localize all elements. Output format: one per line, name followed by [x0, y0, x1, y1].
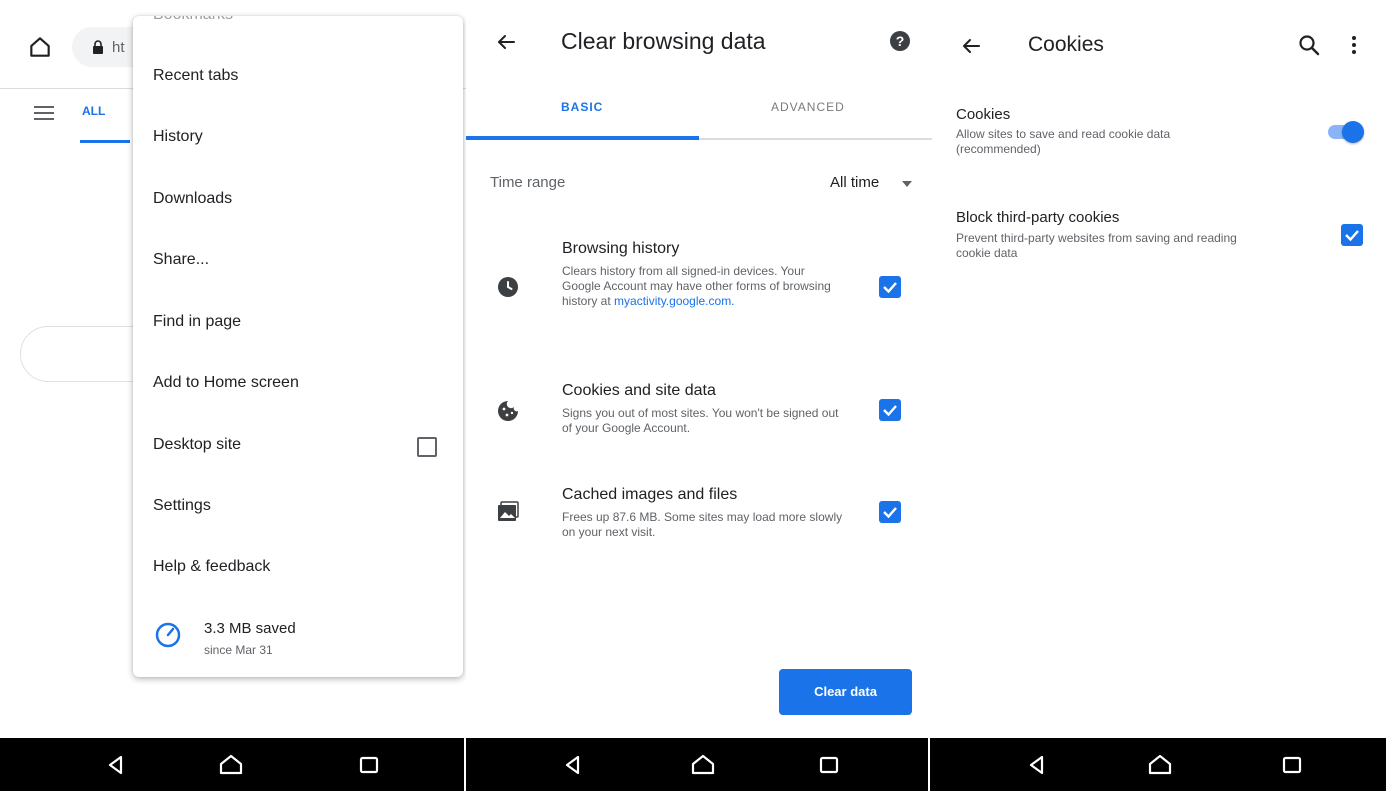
menu-item-label: Find in page [153, 313, 242, 330]
tab-advanced[interactable]: ADVANCED [771, 100, 845, 114]
cached-images-title: Cached images and files [562, 486, 738, 503]
page-title: Clear browsing data [561, 28, 766, 54]
nav-back-icon[interactable] [103, 752, 129, 778]
search-icon[interactable] [1297, 33, 1321, 57]
menu-item-label: Add to Home screen [153, 374, 299, 391]
menu-item-bookmarks[interactable]: Bookmarks [153, 16, 233, 24]
browsing-history-row[interactable]: Browsing history Clears history from all… [466, 240, 932, 340]
cached-images-checkbox[interactable] [879, 501, 901, 523]
system-nav-bar [0, 738, 464, 791]
myactivity-link[interactable]: myactivity.google.com. [614, 294, 735, 308]
block-third-party-checkbox[interactable] [1341, 224, 1363, 246]
help-icon[interactable]: ? [888, 29, 912, 53]
cookies-settings-panel: Cookies Cookies Allow sites to save and … [932, 0, 1386, 738]
menu-item-history[interactable]: History [133, 111, 463, 167]
browsing-history-description: Clears history from all signed-in device… [562, 264, 834, 309]
overflow-menu: Bookmarks Recent tabs History Downloads … [133, 16, 463, 677]
menu-item-label: Settings [153, 497, 211, 514]
back-arrow-icon[interactable] [494, 30, 518, 54]
cookies-site-data-description: Signs you out of most sites. You won't b… [562, 406, 839, 435]
block-third-party-title: Block third-party cookies [956, 209, 1120, 226]
data-saver-gauge-icon [155, 622, 181, 648]
menu-item-desktop-site[interactable]: Desktop site [133, 419, 463, 475]
nav-recents-icon[interactable] [356, 752, 382, 778]
image-icon [498, 501, 519, 521]
desktop-site-checkbox[interactable] [417, 437, 437, 457]
menu-item-settings[interactable]: Settings [133, 480, 463, 536]
cookies-pref-title: Cookies [956, 106, 1011, 123]
data-saver-subtitle: since Mar 31 [204, 643, 273, 657]
browsing-history-checkbox[interactable] [879, 276, 901, 298]
menu-item-recent-tabs[interactable]: Recent tabs [133, 50, 463, 106]
menu-item-label: Downloads [153, 190, 233, 207]
home-icon[interactable] [27, 34, 53, 60]
browser-panel: ht ALL Bookmarks Recent tabs History Dow… [0, 0, 466, 738]
clear-browsing-data-panel: Clear browsing data ? BASIC ADVANCED Tim… [466, 0, 932, 738]
browsing-history-title: Browsing history [562, 240, 680, 257]
cookies-toggle[interactable] [1328, 121, 1364, 143]
tab-all-indicator [80, 140, 130, 143]
check-icon [1345, 230, 1359, 242]
nav-home-icon[interactable] [1147, 752, 1173, 778]
dropdown-arrow-icon[interactable] [902, 181, 912, 187]
tab-indicator [466, 136, 699, 140]
menu-item-label: Help & feedback [153, 558, 271, 575]
check-icon [883, 282, 897, 294]
cookies-site-data-checkbox[interactable] [879, 399, 901, 421]
nav-home-icon[interactable] [690, 752, 716, 778]
menu-item-help-feedback[interactable]: Help & feedback [133, 541, 463, 597]
menu-item-label: Share... [153, 251, 210, 268]
cookies-site-data-title: Cookies and site data [562, 382, 716, 399]
lock-icon [93, 40, 103, 54]
nav-recents-icon[interactable] [816, 752, 842, 778]
time-range-select[interactable]: All time [830, 174, 879, 191]
hamburger-menu-icon[interactable] [34, 106, 54, 120]
menu-item-downloads[interactable]: Downloads [133, 173, 463, 229]
menu-item-label: History [153, 128, 203, 145]
tab-all[interactable]: ALL [82, 104, 105, 118]
menu-item-add-to-home-screen[interactable]: Add to Home screen [133, 357, 463, 413]
clock-icon [498, 277, 518, 297]
page-title: Cookies [1028, 33, 1104, 56]
menu-item-share[interactable]: Share... [133, 234, 463, 290]
cached-images-description: Frees up 87.6 MB. Some sites may load mo… [562, 510, 843, 539]
data-saver-title[interactable]: 3.3 MB saved [204, 620, 296, 637]
time-range-label: Time range [490, 174, 566, 191]
menu-item-find-in-page[interactable]: Find in page [133, 296, 463, 352]
toggle-thumb [1342, 121, 1364, 143]
back-arrow-icon[interactable] [959, 34, 983, 58]
url-text: ht [112, 39, 125, 56]
system-nav-bar [466, 738, 928, 791]
tab-basic[interactable]: BASIC [561, 100, 603, 114]
cached-images-row[interactable]: Cached images and files Frees up 87.6 MB… [466, 486, 932, 546]
nav-recents-icon[interactable] [1279, 752, 1305, 778]
system-nav-bar [930, 738, 1386, 791]
nav-home-icon[interactable] [218, 752, 244, 778]
check-icon [883, 507, 897, 519]
cookies-site-data-row[interactable]: Cookies and site data Signs you out of m… [466, 382, 932, 442]
cookies-pref-description: Allow sites to save and read cookie data… [956, 127, 1171, 156]
svg-text:?: ? [896, 33, 905, 49]
nav-back-icon[interactable] [1024, 752, 1050, 778]
block-third-party-description: Prevent third-party websites from saving… [956, 231, 1237, 260]
clear-data-button[interactable]: Clear data [779, 669, 912, 715]
menu-item-label: Recent tabs [153, 67, 239, 84]
menu-item-label: Desktop site [153, 436, 242, 453]
nav-back-icon[interactable] [560, 752, 586, 778]
more-vert-icon[interactable] [1350, 33, 1358, 57]
check-icon [883, 405, 897, 417]
cookie-icon [498, 401, 518, 421]
